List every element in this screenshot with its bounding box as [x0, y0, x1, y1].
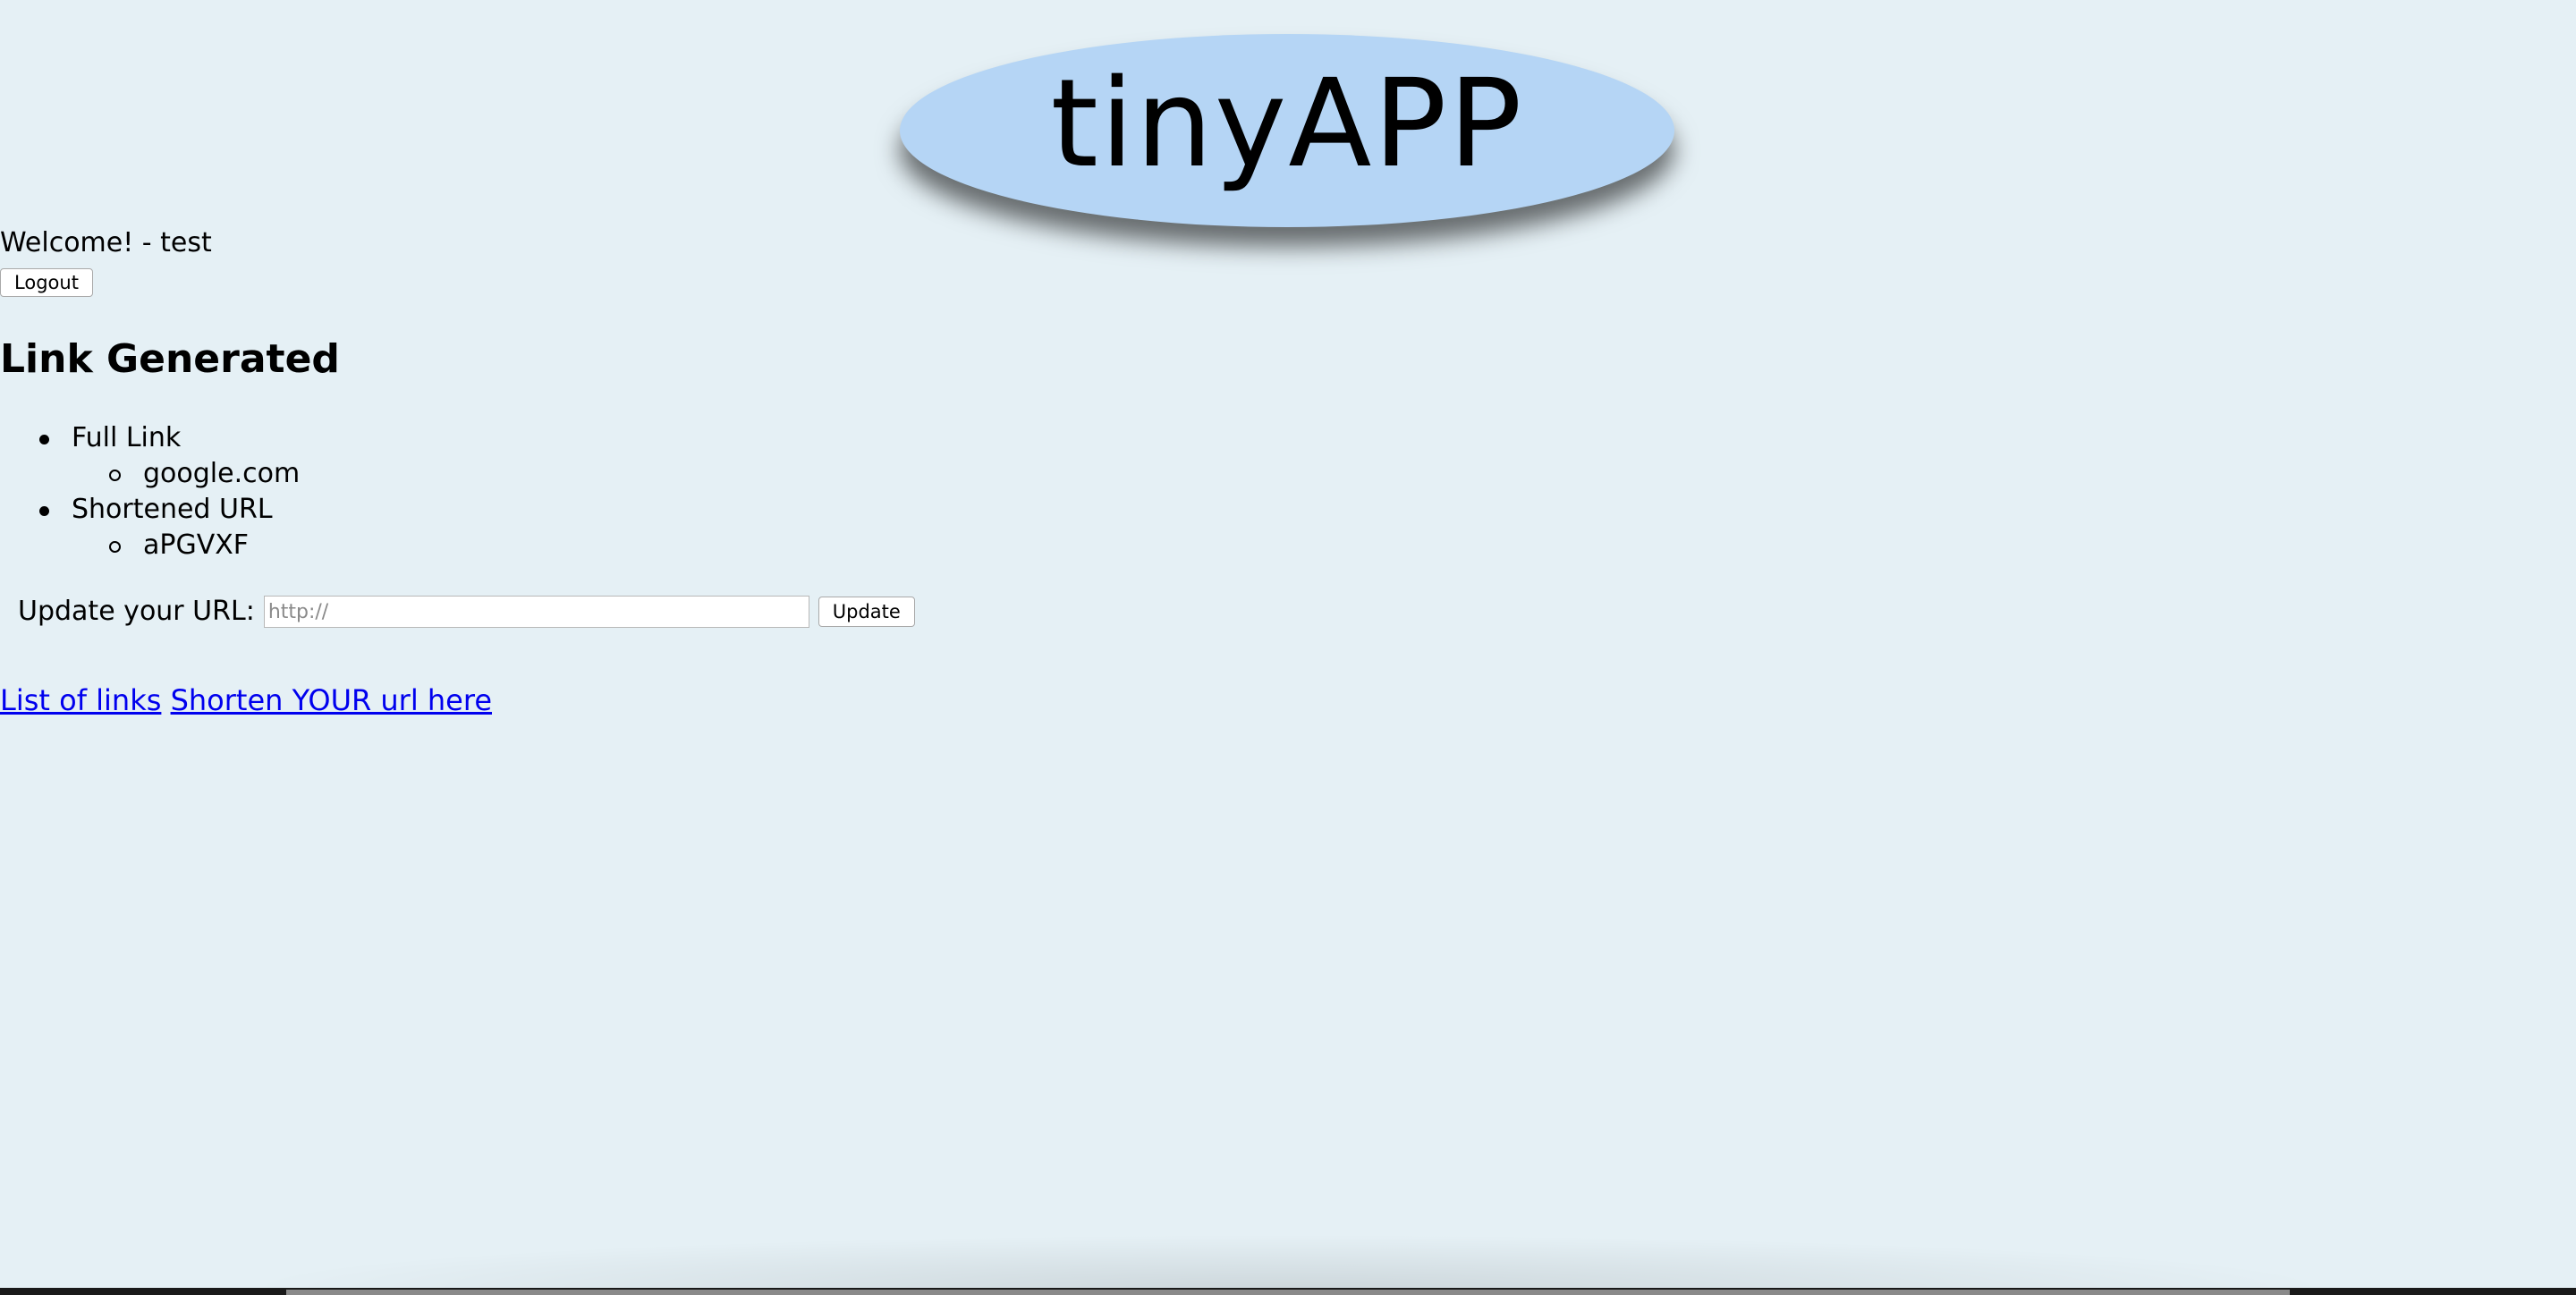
update-url-input[interactable]: [263, 596, 809, 628]
list-item-full-link-label: Full Link: [0, 420, 300, 456]
list-item-full-link-value: google.com: [0, 456, 300, 492]
logo-text: tinyAPP: [1050, 54, 1524, 195]
shorten-url-link[interactable]: Shorten YOUR url here: [171, 683, 492, 717]
window-bottom-edge-inner: [286, 1290, 2290, 1295]
link-details-list: Full Link google.com Shortened URL aPGVX…: [0, 420, 300, 563]
footer-links: List of links Shorten YOUR url here: [0, 681, 492, 719]
update-url-form: Update your URL: Update: [18, 592, 915, 631]
list-of-links-link[interactable]: List of links: [0, 683, 161, 717]
logout-button[interactable]: Logout: [0, 268, 93, 297]
list-item-shortened-url-value: aPGVXF: [0, 528, 300, 563]
list-item-shortened-url-label: Shortened URL: [0, 492, 300, 528]
welcome-message: Welcome! - test: [0, 227, 212, 258]
logo: tinyAPP: [900, 34, 1674, 227]
window-bottom-shadow: [233, 1234, 2343, 1288]
page-title: Link Generated: [0, 336, 340, 382]
update-button[interactable]: Update: [818, 597, 915, 627]
update-url-label: Update your URL:: [18, 596, 255, 627]
page: tinyAPP Welcome! - test Logout Link Gene…: [0, 0, 2576, 1295]
